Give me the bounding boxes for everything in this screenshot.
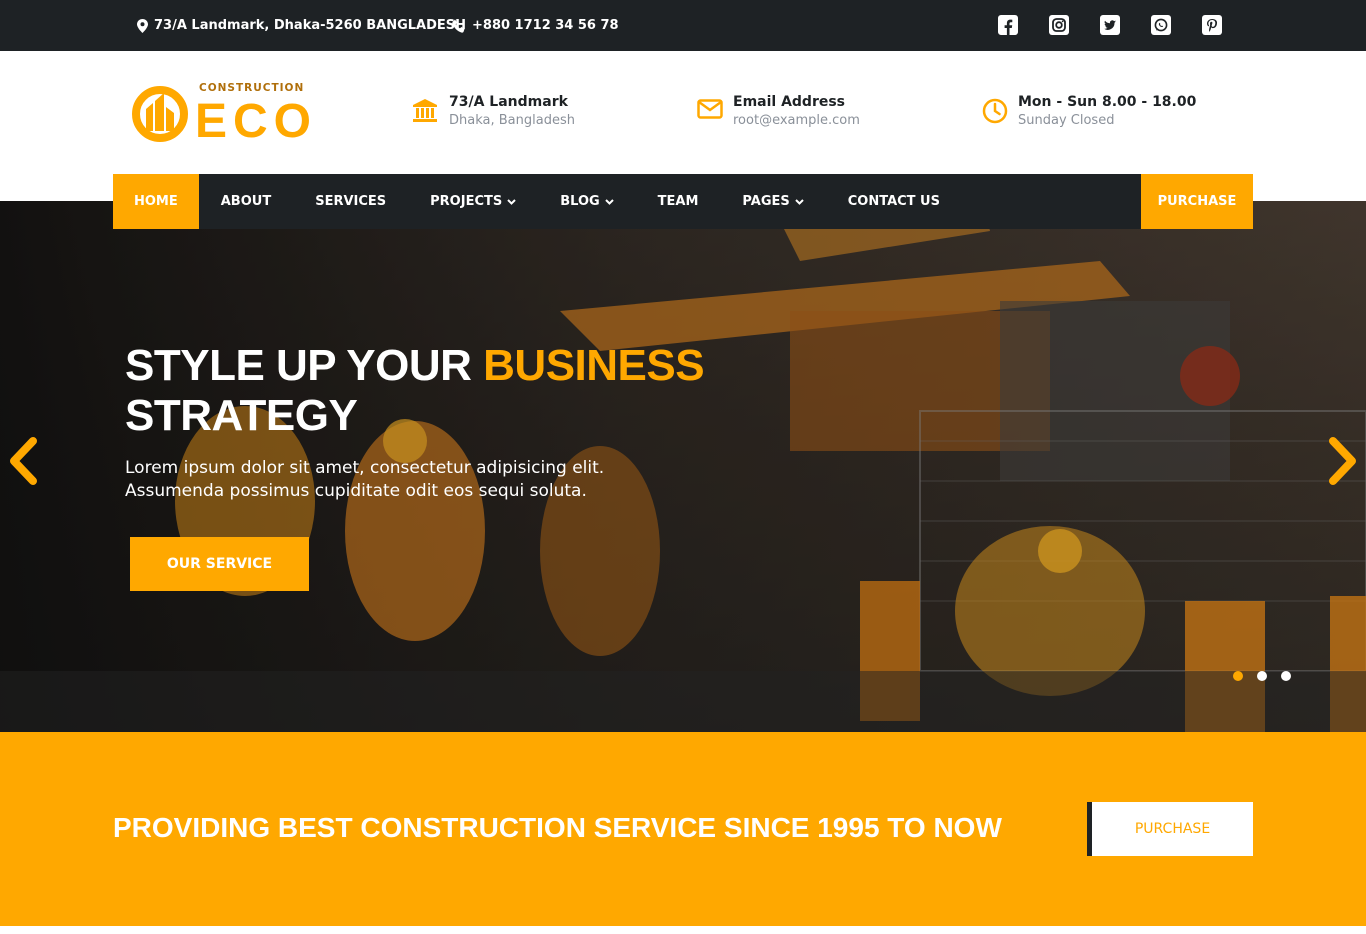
hero-title-part1: STYLE UP YOUR bbox=[125, 341, 484, 390]
nav-item-label: PROJECTS bbox=[430, 194, 503, 209]
hero-title-part2: STRATEGY bbox=[125, 391, 358, 440]
hero-title-highlight: BUSINESS bbox=[483, 341, 705, 390]
chevron-down-icon bbox=[507, 198, 516, 205]
slider-next-arrow[interactable] bbox=[1326, 437, 1360, 485]
top-address: 73/A Landmark, Dhaka-5260 BANGLADESH bbox=[137, 0, 466, 51]
cta-band: PROVIDING BEST CONSTRUCTION SERVICE SINC… bbox=[0, 732, 1366, 926]
nav-item-blog[interactable]: BLOG bbox=[538, 174, 635, 229]
top-address-text: 73/A Landmark, Dhaka-5260 BANGLADESH bbox=[154, 18, 466, 33]
slider-dot-3[interactable] bbox=[1281, 671, 1291, 681]
nav-purchase-button[interactable]: PURCHASE bbox=[1141, 174, 1253, 229]
instagram-icon[interactable] bbox=[1049, 15, 1069, 35]
eco-logo-mark: CONSTRUCTION ECO bbox=[132, 82, 317, 148]
top-phone[interactable]: +880 1712 34 56 78 bbox=[452, 0, 619, 51]
email-address[interactable]: root@example.com bbox=[733, 111, 860, 131]
facebook-icon[interactable] bbox=[998, 15, 1018, 35]
chevron-down-icon bbox=[795, 198, 804, 205]
nav-item-about[interactable]: ABOUT bbox=[199, 174, 293, 229]
hours-subtitle: Sunday Closed bbox=[1018, 113, 1115, 128]
eco-logo[interactable]: CONSTRUCTION ECO bbox=[131, 81, 331, 151]
chevron-down-icon bbox=[604, 198, 614, 205]
email-info: Email Address root@example.com bbox=[697, 93, 860, 131]
slider-prev-arrow[interactable] bbox=[6, 437, 40, 485]
nav-item-projects[interactable]: PROJECTS bbox=[408, 174, 538, 229]
nav-item-contact[interactable]: CONTACT US bbox=[826, 174, 962, 229]
clock-icon bbox=[982, 98, 1008, 124]
bank-icon bbox=[413, 99, 437, 122]
location-title: 73/A Landmark bbox=[449, 94, 568, 110]
nav-item-pages[interactable]: PAGES bbox=[720, 174, 825, 229]
hours-title: Mon - Sun 8.00 - 18.00 bbox=[1018, 94, 1197, 110]
hero-subtitle-line1: Lorem ipsum dolor sit amet, consectetur … bbox=[125, 458, 605, 478]
map-pin-icon bbox=[137, 18, 148, 33]
email-title: Email Address bbox=[733, 94, 846, 110]
envelope-icon bbox=[697, 99, 723, 119]
logo-big-text: ECO bbox=[195, 95, 317, 148]
nav-item-label: ABOUT bbox=[220, 194, 272, 209]
slider-dots bbox=[1233, 671, 1291, 681]
chevron-right-icon bbox=[1329, 437, 1356, 485]
location-info: 73/A Landmark Dhaka, Bangladesh bbox=[411, 93, 575, 131]
nav-item-label: PAGES bbox=[742, 194, 790, 209]
nav-item-label: BLOG bbox=[560, 194, 600, 209]
location-subtitle: Dhaka, Bangladesh bbox=[449, 113, 575, 128]
twitter-icon[interactable] bbox=[1100, 15, 1120, 35]
our-service-button[interactable]: OUR SERVICE bbox=[130, 537, 309, 591]
logo-small-text: CONSTRUCTION bbox=[199, 82, 304, 94]
main-nav: HOME ABOUT SERVICES PROJECTS BLOG TEAM P… bbox=[113, 174, 1253, 229]
whatsapp-icon[interactable] bbox=[1151, 15, 1171, 35]
pinterest-icon[interactable] bbox=[1202, 15, 1222, 35]
nav-item-home[interactable]: HOME bbox=[113, 174, 199, 229]
slider-dot-1[interactable] bbox=[1233, 671, 1243, 681]
cta-text: PROVIDING BEST CONSTRUCTION SERVICE SINC… bbox=[113, 812, 1002, 843]
social-links bbox=[998, 15, 1222, 35]
top-bar: 73/A Landmark, Dhaka-5260 BANGLADESH +88… bbox=[0, 0, 1366, 51]
nav-item-label: TEAM bbox=[657, 194, 699, 209]
hero-slider: STYLE UP YOUR BUSINESS STRATEGY Lorem ip… bbox=[0, 201, 1366, 732]
nav-item-label: HOME bbox=[134, 194, 178, 209]
nav-item-label: CONTACT US bbox=[847, 194, 940, 209]
nav-item-team[interactable]: TEAM bbox=[636, 174, 721, 229]
nav-item-label: SERVICES bbox=[315, 194, 387, 209]
phone-icon bbox=[452, 19, 465, 33]
hero-subtitle-line2: Assumenda possimus cupiditate odit eos s… bbox=[125, 481, 587, 501]
hero-title: STYLE UP YOUR BUSINESS STRATEGY bbox=[125, 341, 705, 441]
hero-subtitle: Lorem ipsum dolor sit amet, consectetur … bbox=[125, 457, 685, 503]
nav-item-services[interactable]: SERVICES bbox=[293, 174, 408, 229]
hours-info: Mon - Sun 8.00 - 18.00 Sunday Closed bbox=[982, 93, 1196, 131]
top-phone-text: +880 1712 34 56 78 bbox=[472, 18, 619, 33]
cta-purchase-button[interactable]: PURCHASE bbox=[1087, 802, 1253, 856]
chevron-left-icon bbox=[10, 437, 37, 485]
slider-dot-2[interactable] bbox=[1257, 671, 1267, 681]
